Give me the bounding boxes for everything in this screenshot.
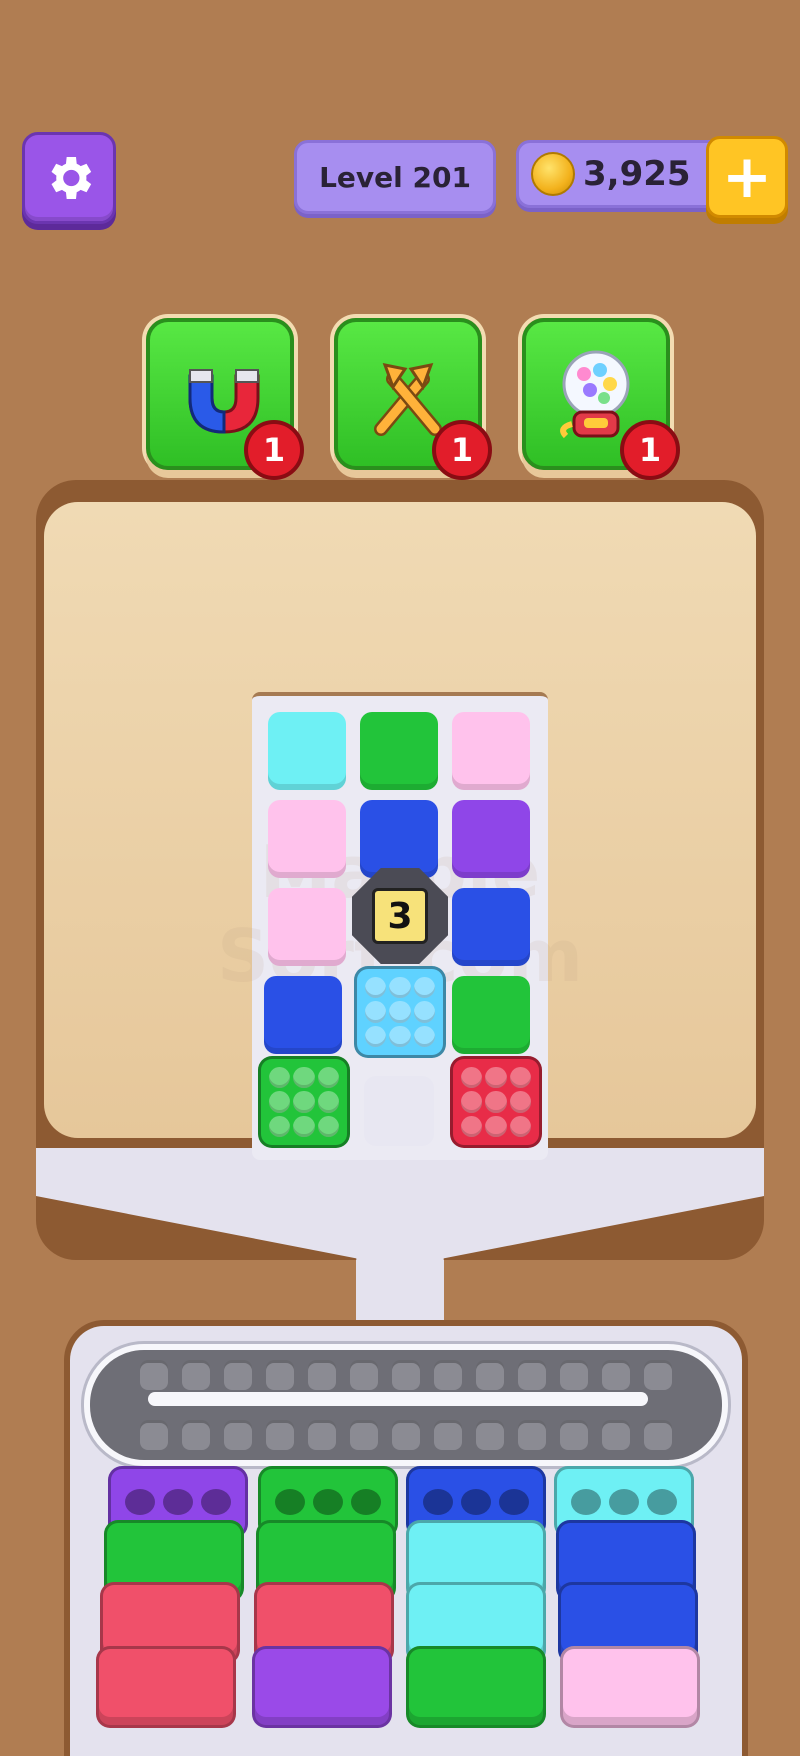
track-slot [644,1360,672,1390]
track-slot [182,1420,210,1450]
track-slot [392,1360,420,1390]
track-slot [308,1420,336,1450]
track-slot [434,1360,462,1390]
coin-counter: 3,925 [516,140,726,208]
track-slot [182,1360,210,1390]
block-purple[interactable] [452,800,530,878]
track-slot [266,1420,294,1450]
magnet-count-badge: 1 [244,420,304,480]
block-blue[interactable] [360,800,438,878]
block-pink[interactable] [268,888,346,966]
track-slot [266,1360,294,1390]
gumball-count-badge: 1 [620,420,680,480]
badge-count: 1 [638,431,662,469]
coin-amount: 3,925 [583,154,691,194]
badge-count: 1 [450,431,474,469]
track-slot [518,1420,546,1450]
track-slot [476,1360,504,1390]
track-slot [476,1420,504,1450]
track-slot [350,1420,378,1450]
level-indicator: Level 201 [294,140,496,214]
track-rail [148,1392,648,1406]
track-slot [140,1360,168,1390]
container-red [96,1646,236,1728]
add-coins-button[interactable]: + [706,136,788,218]
badge-count: 1 [262,431,286,469]
marble-block-green[interactable] [258,1056,350,1148]
track-slot [308,1360,336,1390]
block-blue[interactable] [264,976,342,1054]
marble-block-red[interactable] [450,1056,542,1148]
block-blue[interactable] [452,888,530,966]
track-slot [434,1420,462,1450]
swap-arrows-icon [374,363,442,436]
track-slot [644,1420,672,1450]
container-green [406,1646,546,1728]
plus-icon: + [721,142,773,212]
track-slot [350,1360,378,1390]
block-green[interactable] [360,712,438,790]
track-slot [224,1360,252,1390]
track-slot [560,1420,588,1450]
track-slot [602,1360,630,1390]
container-purple [252,1646,392,1728]
level-label: Level 201 [319,160,471,194]
block-cyan[interactable] [268,712,346,790]
lock-counter: 3 [372,888,428,944]
track-slot [560,1360,588,1390]
gear-icon [51,157,92,199]
block-pink[interactable] [452,712,530,790]
coin-icon [531,152,575,196]
marble-block-cyan[interactable] [354,966,446,1058]
block-pink[interactable] [268,800,346,878]
block-green[interactable] [452,976,530,1054]
track-slot [392,1420,420,1450]
settings-button[interactable] [22,132,116,224]
track-slot [140,1420,168,1450]
swap-count-badge: 1 [432,420,492,480]
container-pink [560,1646,700,1728]
track-slot [602,1420,630,1450]
track-slot [224,1420,252,1450]
locked-block[interactable]: 3 [352,868,448,964]
track-slot [518,1360,546,1390]
empty-slot [364,1076,434,1146]
